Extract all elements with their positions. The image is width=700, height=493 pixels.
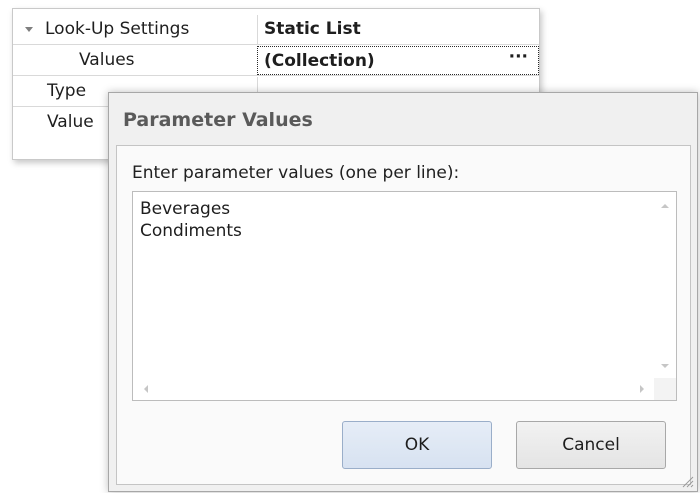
property-name-cell: Look-Up Settings <box>13 15 256 44</box>
arrow-right-icon[interactable] <box>640 385 644 393</box>
values-text: Beverages Condiments <box>140 198 242 242</box>
vertical-scrollbar[interactable] <box>654 192 676 378</box>
cancel-button[interactable]: Cancel <box>516 421 666 469</box>
parameter-values-dialog: Parameter Values Enter parameter values … <box>108 92 698 492</box>
arrow-left-icon[interactable] <box>144 385 148 393</box>
arrow-up-icon[interactable] <box>661 204 669 208</box>
arrow-down-icon[interactable] <box>661 364 669 368</box>
property-row-lookup-settings[interactable]: Look-Up Settings Static List <box>13 15 539 45</box>
scrollbar-corner <box>654 378 676 400</box>
value-line: Beverages <box>140 199 231 219</box>
ok-button[interactable]: OK <box>342 421 492 469</box>
dialog-content-panel: Enter parameter values (one per line): B… <box>116 145 691 485</box>
property-row-values[interactable]: Values (Collection) ··· <box>13 46 539 76</box>
size-grip-icon[interactable] <box>680 474 694 488</box>
property-label: Look-Up Settings <box>45 19 190 39</box>
values-textarea[interactable]: Beverages Condiments <box>132 191 677 401</box>
property-name-cell: Values <box>13 46 256 75</box>
property-label: Values <box>79 50 135 70</box>
property-label: Type <box>47 81 87 101</box>
values-prompt-label: Enter parameter values (one per line): <box>132 163 460 183</box>
horizontal-scrollbar[interactable] <box>133 378 655 400</box>
expand-collapse-icon[interactable] <box>25 27 33 32</box>
property-value-text: (Collection) <box>264 51 375 71</box>
property-value[interactable]: Static List <box>257 15 539 44</box>
value-line: Condiments <box>140 221 242 241</box>
dialog-title: Parameter Values <box>123 109 313 131</box>
property-label: Value <box>47 112 94 132</box>
property-value-collection[interactable]: (Collection) ··· <box>257 46 539 75</box>
ellipsis-button[interactable]: ··· <box>509 43 528 72</box>
